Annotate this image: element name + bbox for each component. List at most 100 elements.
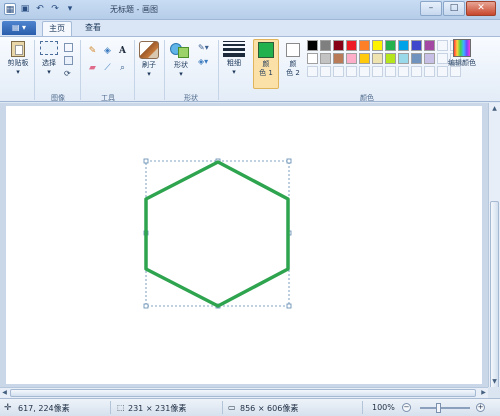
tab-view[interactable]: 查看 xyxy=(78,21,108,36)
rotate-icon[interactable]: ⟳ xyxy=(64,69,73,78)
palette-swatch[interactable] xyxy=(372,53,383,64)
palette-swatch[interactable] xyxy=(346,66,357,77)
palette-swatch[interactable] xyxy=(320,53,331,64)
palette-swatch[interactable] xyxy=(307,66,318,77)
shapes-icon xyxy=(170,41,192,59)
scroll-left-icon[interactable]: ◀ xyxy=(0,389,9,397)
divider xyxy=(110,401,111,414)
drawing-canvas[interactable] xyxy=(6,106,482,384)
size-button[interactable]: 粗细 ▾ xyxy=(221,41,247,77)
palette-swatch[interactable] xyxy=(333,53,344,64)
palette-swatch[interactable] xyxy=(398,53,409,64)
palette-swatch[interactable] xyxy=(307,53,318,64)
undo-icon[interactable]: ↶ xyxy=(34,3,46,15)
close-button[interactable]: ✕ xyxy=(466,1,496,16)
status-bar: ✛ 617, 224像素 ⬚ 231 × 231像素 ▭ 856 × 606像素… xyxy=(0,398,500,416)
selection-handle[interactable] xyxy=(143,158,149,164)
fill-icon[interactable]: ◈ xyxy=(102,46,113,57)
resize-icon[interactable] xyxy=(64,56,73,65)
palette-swatch[interactable] xyxy=(307,40,318,51)
chevron-down-icon: ▾ xyxy=(232,68,236,76)
color1-button[interactable]: 颜 色 1 xyxy=(253,39,279,89)
palette-swatch[interactable] xyxy=(385,66,396,77)
palette-swatch[interactable] xyxy=(359,40,370,51)
zoom-out-button[interactable]: − xyxy=(402,403,411,412)
shapes-group-label: 形状 xyxy=(184,94,198,102)
divider xyxy=(164,40,165,100)
color2-button[interactable]: 颜 色 2 xyxy=(281,39,305,78)
scroll-thumb[interactable] xyxy=(10,389,476,397)
selection-handle[interactable] xyxy=(143,303,149,309)
eraser-icon[interactable]: ▰ xyxy=(87,63,98,74)
palette-swatch[interactable] xyxy=(333,66,344,77)
palette-swatch[interactable] xyxy=(424,53,435,64)
fill-style-icon[interactable]: ◈▾ xyxy=(198,57,212,66)
palette-swatch[interactable] xyxy=(333,40,344,51)
scrollbar-corner xyxy=(488,387,500,398)
palette-swatch[interactable] xyxy=(359,66,370,77)
palette-swatch[interactable] xyxy=(385,53,396,64)
vertical-scrollbar[interactable]: ▲ ▼ xyxy=(488,103,500,411)
scroll-right-icon[interactable]: ▶ xyxy=(479,389,488,397)
brushes-button[interactable]: 刷子 ▾ xyxy=(136,41,162,79)
scroll-down-icon[interactable]: ▼ xyxy=(490,377,499,386)
palette-swatch[interactable] xyxy=(359,53,370,64)
selection-handle[interactable] xyxy=(286,303,292,309)
crop-icon[interactable] xyxy=(64,43,73,52)
select-icon xyxy=(40,41,58,55)
ribbon-tab-row: ▤ ▾ 主页 查看 xyxy=(0,20,500,36)
save-icon[interactable]: ▣ xyxy=(19,3,31,15)
file-menu-button[interactable]: ▤ ▾ xyxy=(2,21,36,35)
chevron-down-icon: ▾ xyxy=(16,68,20,76)
tab-home[interactable]: 主页 xyxy=(42,21,72,36)
text-tool-icon[interactable]: A xyxy=(117,46,128,57)
zoom-slider-knob[interactable] xyxy=(436,403,441,413)
palette-swatch[interactable] xyxy=(398,40,409,51)
paint-app-icon[interactable]: ▦ xyxy=(4,3,16,15)
palette-swatch[interactable] xyxy=(411,66,422,77)
palette-swatch[interactable] xyxy=(372,40,383,51)
edit-colors-label: 编辑颜色 xyxy=(448,59,476,67)
selection-handles[interactable] xyxy=(143,158,292,309)
divider xyxy=(80,40,81,100)
selection-rectangle[interactable] xyxy=(145,160,290,307)
select-label: 选择 xyxy=(42,59,56,67)
palette-swatch[interactable] xyxy=(372,66,383,77)
canvas-drawing xyxy=(143,158,292,309)
palette-swatch[interactable] xyxy=(411,40,422,51)
select-button[interactable]: 选择 ▾ xyxy=(37,41,61,77)
shapes-button[interactable]: 形状 ▾ xyxy=(167,41,195,79)
horizontal-scrollbar[interactable]: ◀ ▶ xyxy=(0,387,488,398)
color2-label-line2: 色 2 xyxy=(286,69,300,77)
clipboard-button[interactable]: 剪贴板 ▾ xyxy=(4,41,32,77)
zoom-slider[interactable] xyxy=(420,407,470,409)
palette-swatch[interactable] xyxy=(411,53,422,64)
palette-swatch[interactable] xyxy=(320,40,331,51)
outline-icon[interactable]: ✎▾ xyxy=(198,43,212,52)
maximize-button[interactable]: □ xyxy=(443,1,465,16)
divider xyxy=(218,40,219,100)
clipboard-icon xyxy=(11,41,25,57)
brushes-label: 刷子 xyxy=(142,61,156,69)
magnifier-icon[interactable]: ⌕ xyxy=(117,63,128,74)
qat-dropdown-icon[interactable]: ▾ xyxy=(64,3,76,15)
scroll-up-icon[interactable]: ▲ xyxy=(490,104,499,113)
redo-icon[interactable]: ↷ xyxy=(49,3,61,15)
palette-swatch[interactable] xyxy=(424,66,435,77)
palette-swatch[interactable] xyxy=(320,66,331,77)
palette-swatch[interactable] xyxy=(385,40,396,51)
edit-colors-button[interactable]: 编辑颜色 xyxy=(447,39,477,68)
color1-swatch xyxy=(258,42,274,58)
hexagon-shape[interactable] xyxy=(144,160,290,308)
palette-swatch[interactable] xyxy=(398,66,409,77)
color-picker-icon[interactable]: ⟋ xyxy=(102,63,113,74)
divider xyxy=(222,401,223,414)
selection-handle[interactable] xyxy=(286,158,292,164)
palette-swatch[interactable] xyxy=(424,40,435,51)
palette-swatch[interactable] xyxy=(346,40,357,51)
pencil-icon[interactable]: ✎ xyxy=(87,46,98,57)
palette-swatch[interactable] xyxy=(346,53,357,64)
window-title: 无标题 - 画图 xyxy=(110,5,158,14)
minimize-button[interactable]: – xyxy=(420,1,442,16)
zoom-in-button[interactable]: + xyxy=(476,403,485,412)
